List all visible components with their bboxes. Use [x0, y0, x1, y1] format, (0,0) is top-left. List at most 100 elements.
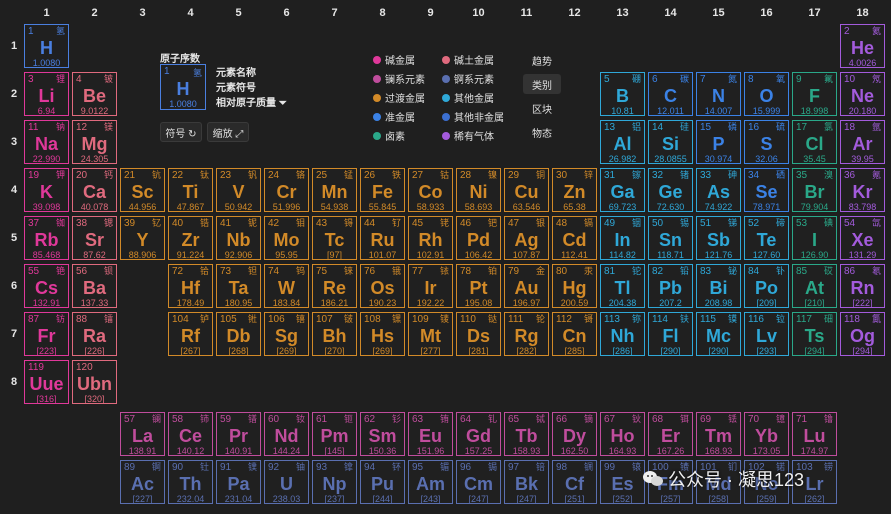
element-cell-nb[interactable]: 41 铌 Nb 92.906 — [216, 216, 261, 260]
element-cell-sm[interactable]: 62 钐 Sm 150.36 — [360, 412, 405, 456]
view-button[interactable]: 趋势 — [523, 50, 561, 70]
legend-item[interactable]: 碱金属 — [373, 52, 415, 67]
element-cell-h[interactable]: 1 氢 H 1.0080 — [24, 24, 69, 68]
element-cell-he[interactable]: 2 氦 He 4.0026 — [840, 24, 885, 68]
element-cell-am[interactable]: 95 镅 Am [243] — [408, 460, 453, 504]
element-cell-th[interactable]: 90 钍 Th 232.04 — [168, 460, 213, 504]
zoom-button[interactable]: 缩放 ⤢ — [207, 122, 249, 142]
element-cell-li[interactable]: 3 锂 Li 6.94 — [24, 72, 69, 116]
element-cell-ce[interactable]: 58 铈 Ce 140.12 — [168, 412, 213, 456]
legend-item[interactable]: 其他非金属 — [442, 109, 504, 124]
element-cell-as[interactable]: 33 砷 As 74.922 — [696, 168, 741, 212]
element-cell-tb[interactable]: 65 铽 Tb 158.93 — [504, 412, 549, 456]
element-cell-rb[interactable]: 37 铷 Rb 85.468 — [24, 216, 69, 260]
element-cell-be[interactable]: 4 铍 Be 9.0122 — [72, 72, 117, 116]
element-cell-f[interactable]: 9 氟 F 18.998 — [792, 72, 837, 116]
element-cell-sg[interactable]: 106 𬭳 Sg [269] — [264, 312, 309, 356]
element-cell-cl[interactable]: 17 氯 Cl 35.45 — [792, 120, 837, 164]
element-cell-v[interactable]: 23 钒 V 50.942 — [216, 168, 261, 212]
symbol-toggle-button[interactable]: 符号 ↻ — [160, 122, 202, 142]
element-cell-fl[interactable]: 114 𫓧 Fl [290] — [648, 312, 693, 356]
element-cell-s[interactable]: 16 硫 S 32.06 — [744, 120, 789, 164]
legend-item[interactable]: 其他金属 — [442, 90, 494, 105]
element-cell-si[interactable]: 14 硅 Si 28.0855 — [648, 120, 693, 164]
element-cell-rf[interactable]: 104 𬬻 Rf [267] — [168, 312, 213, 356]
element-cell-fe[interactable]: 26 铁 Fe 55.845 — [360, 168, 405, 212]
element-cell-hf[interactable]: 72 铪 Hf 178.49 — [168, 264, 213, 308]
key-card-mass-label[interactable]: 相对原子质量 ⏷ — [216, 94, 287, 109]
element-cell-sr[interactable]: 38 锶 Sr 87.62 — [72, 216, 117, 260]
element-cell-ta[interactable]: 73 钽 Ta 180.95 — [216, 264, 261, 308]
element-cell-pa[interactable]: 91 镤 Pa 231.04 — [216, 460, 261, 504]
element-cell-nh[interactable]: 113 鿭 Nh [286] — [600, 312, 645, 356]
element-cell-br[interactable]: 35 溴 Br 79.904 — [792, 168, 837, 212]
element-cell-ne[interactable]: 10 氖 Ne 20.180 — [840, 72, 885, 116]
element-cell-xe[interactable]: 54 氙 Xe 131.29 — [840, 216, 885, 260]
element-cell-ti[interactable]: 22 钛 Ti 47.867 — [168, 168, 213, 212]
view-button[interactable]: 类别 — [523, 74, 561, 94]
element-cell-cn[interactable]: 112 鿔 Cn [285] — [552, 312, 597, 356]
element-cell-pu[interactable]: 94 钚 Pu [244] — [360, 460, 405, 504]
element-cell-er[interactable]: 68 铒 Er 167.26 — [648, 412, 693, 456]
element-cell-sc[interactable]: 21 钪 Sc 44.956 — [120, 168, 165, 212]
element-cell-zn[interactable]: 30 锌 Zn 65.38 — [552, 168, 597, 212]
element-cell-sb[interactable]: 51 锑 Sb 121.76 — [696, 216, 741, 260]
element-cell-mn[interactable]: 25 锰 Mn 54.938 — [312, 168, 357, 212]
element-cell-ra[interactable]: 88 镭 Ra [226] — [72, 312, 117, 356]
element-cell-k[interactable]: 19 钾 K 39.098 — [24, 168, 69, 212]
element-cell-og[interactable]: 118 鿫 Og [294] — [840, 312, 885, 356]
element-cell-ac[interactable]: 89 锕 Ac [227] — [120, 460, 165, 504]
element-cell-pm[interactable]: 61 钷 Pm [145] — [312, 412, 357, 456]
element-cell-cu[interactable]: 29 铜 Cu 63.546 — [504, 168, 549, 212]
element-cell-pb[interactable]: 82 铅 Pb 207.2 — [648, 264, 693, 308]
element-cell-ca[interactable]: 20 钙 Ca 40.078 — [72, 168, 117, 212]
element-cell-mo[interactable]: 42 钼 Mo 95.95 — [264, 216, 309, 260]
element-cell-ni[interactable]: 28 镍 Ni 58.693 — [456, 168, 501, 212]
element-cell-y[interactable]: 39 钇 Y 88.906 — [120, 216, 165, 260]
element-cell-uue[interactable]: 119 Uue [316] — [24, 360, 69, 404]
element-cell-ubn[interactable]: 120 Ubn [320] — [72, 360, 117, 404]
element-cell-ts[interactable]: 117 鿬 Ts [294] — [792, 312, 837, 356]
element-cell-dy[interactable]: 66 镝 Dy 162.50 — [552, 412, 597, 456]
legend-item[interactable]: 卤素 — [373, 128, 405, 143]
legend-item[interactable]: 锕系元素 — [442, 71, 494, 86]
element-cell-p[interactable]: 15 磷 P 30.974 — [696, 120, 741, 164]
element-cell-sn[interactable]: 50 锡 Sn 118.71 — [648, 216, 693, 260]
element-cell-cd[interactable]: 48 镉 Cd 112.41 — [552, 216, 597, 260]
element-cell-b[interactable]: 5 硼 B 10.81 — [600, 72, 645, 116]
legend-item[interactable]: 过渡金属 — [373, 90, 425, 105]
element-cell-kr[interactable]: 36 氪 Kr 83.798 — [840, 168, 885, 212]
element-cell-co[interactable]: 27 钴 Co 58.933 — [408, 168, 453, 212]
element-cell-mt[interactable]: 109 鿏 Mt [277] — [408, 312, 453, 356]
element-cell-pd[interactable]: 46 钯 Pd 106.42 — [456, 216, 501, 260]
element-cell-nd[interactable]: 60 钕 Nd 144.24 — [264, 412, 309, 456]
element-cell-tl[interactable]: 81 铊 Tl 204.38 — [600, 264, 645, 308]
element-cell-cm[interactable]: 96 锔 Cm [247] — [456, 460, 501, 504]
element-cell-bi[interactable]: 83 铋 Bi 208.98 — [696, 264, 741, 308]
element-cell-ge[interactable]: 32 锗 Ge 72.630 — [648, 168, 693, 212]
element-cell-yb[interactable]: 70 镱 Yb 173.05 — [744, 412, 789, 456]
legend-item[interactable]: 镧系元素 — [373, 71, 425, 86]
view-button[interactable]: 物态 — [523, 122, 561, 142]
element-cell-cr[interactable]: 24 铬 Cr 51.996 — [264, 168, 309, 212]
element-cell-ho[interactable]: 67 钬 Ho 164.93 — [600, 412, 645, 456]
element-cell-c[interactable]: 6 碳 C 12.011 — [648, 72, 693, 116]
element-cell-at[interactable]: 85 砹 At [210] — [792, 264, 837, 308]
element-cell-lu[interactable]: 71 镥 Lu 174.97 — [792, 412, 837, 456]
element-cell-au[interactable]: 79 金 Au 196.97 — [504, 264, 549, 308]
element-cell-gd[interactable]: 64 钆 Gd 157.25 — [456, 412, 501, 456]
element-cell-te[interactable]: 52 碲 Te 127.60 — [744, 216, 789, 260]
element-cell-po[interactable]: 84 钋 Po [209] — [744, 264, 789, 308]
legend-item[interactable]: 碱土金属 — [442, 52, 494, 67]
element-cell-rn[interactable]: 86 氡 Rn [222] — [840, 264, 885, 308]
element-cell-cf[interactable]: 98 锎 Cf [251] — [552, 460, 597, 504]
element-cell-tc[interactable]: 43 锝 Tc [97] — [312, 216, 357, 260]
element-cell-pt[interactable]: 78 铂 Pt 195.08 — [456, 264, 501, 308]
element-cell-ir[interactable]: 77 铱 Ir 192.22 — [408, 264, 453, 308]
element-cell-ds[interactable]: 110 𫟼 Ds [281] — [456, 312, 501, 356]
element-cell-es[interactable]: 99 锿 Es [252] — [600, 460, 645, 504]
element-cell-mc[interactable]: 115 镆 Mc [290] — [696, 312, 741, 356]
element-cell-u[interactable]: 92 铀 U 238.03 — [264, 460, 309, 504]
view-button[interactable]: 区块 — [523, 98, 561, 118]
element-cell-re[interactable]: 75 铼 Re 186.21 — [312, 264, 357, 308]
